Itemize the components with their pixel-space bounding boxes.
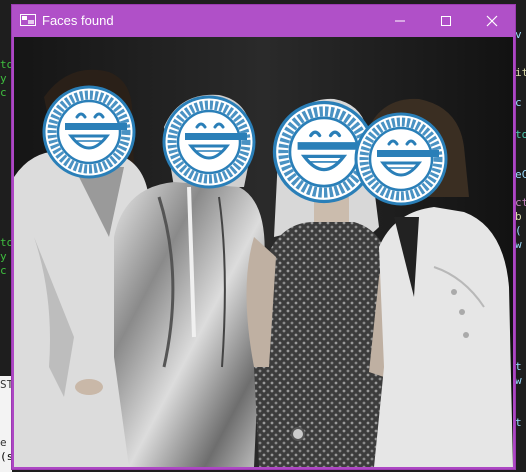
minimize-button[interactable] <box>377 5 423 37</box>
face-mask-4 <box>355 113 447 205</box>
editor-fragment: y <box>0 250 7 263</box>
editor-fragment: v <box>515 28 522 41</box>
window-app-icon <box>20 14 36 26</box>
minimize-icon <box>395 20 405 22</box>
face-mask-2 <box>163 96 255 188</box>
group-photo <box>14 37 513 467</box>
face-mask-1 <box>43 86 135 178</box>
editor-fragment: b <box>515 210 522 223</box>
editor-fragment: ct <box>515 196 526 209</box>
editor-fragment: w <box>515 238 522 251</box>
editor-fragment: t <box>515 360 522 373</box>
editor-fragment: to <box>515 128 526 141</box>
title-bar[interactable]: Faces found <box>12 5 515 37</box>
editor-fragment: it <box>515 66 526 79</box>
editor-fragment: y <box>0 72 7 85</box>
editor-fragment: c <box>515 96 522 109</box>
editor-fragment: eC <box>515 168 526 181</box>
editor-fragment: c <box>0 86 7 99</box>
close-icon <box>486 15 498 27</box>
editor-fragment: t <box>515 416 522 429</box>
faces-found-window[interactable]: Faces found <box>12 5 515 469</box>
maximize-button[interactable] <box>423 5 469 37</box>
window-title: Faces found <box>42 13 114 28</box>
editor-fragment: c <box>0 264 7 277</box>
image-view <box>14 37 513 467</box>
editor-fragment: ( <box>515 224 522 237</box>
editor-fragment: w <box>515 374 522 387</box>
maximize-icon <box>441 16 451 26</box>
close-button[interactable] <box>469 5 515 37</box>
editor-fragment: e <box>0 436 7 449</box>
